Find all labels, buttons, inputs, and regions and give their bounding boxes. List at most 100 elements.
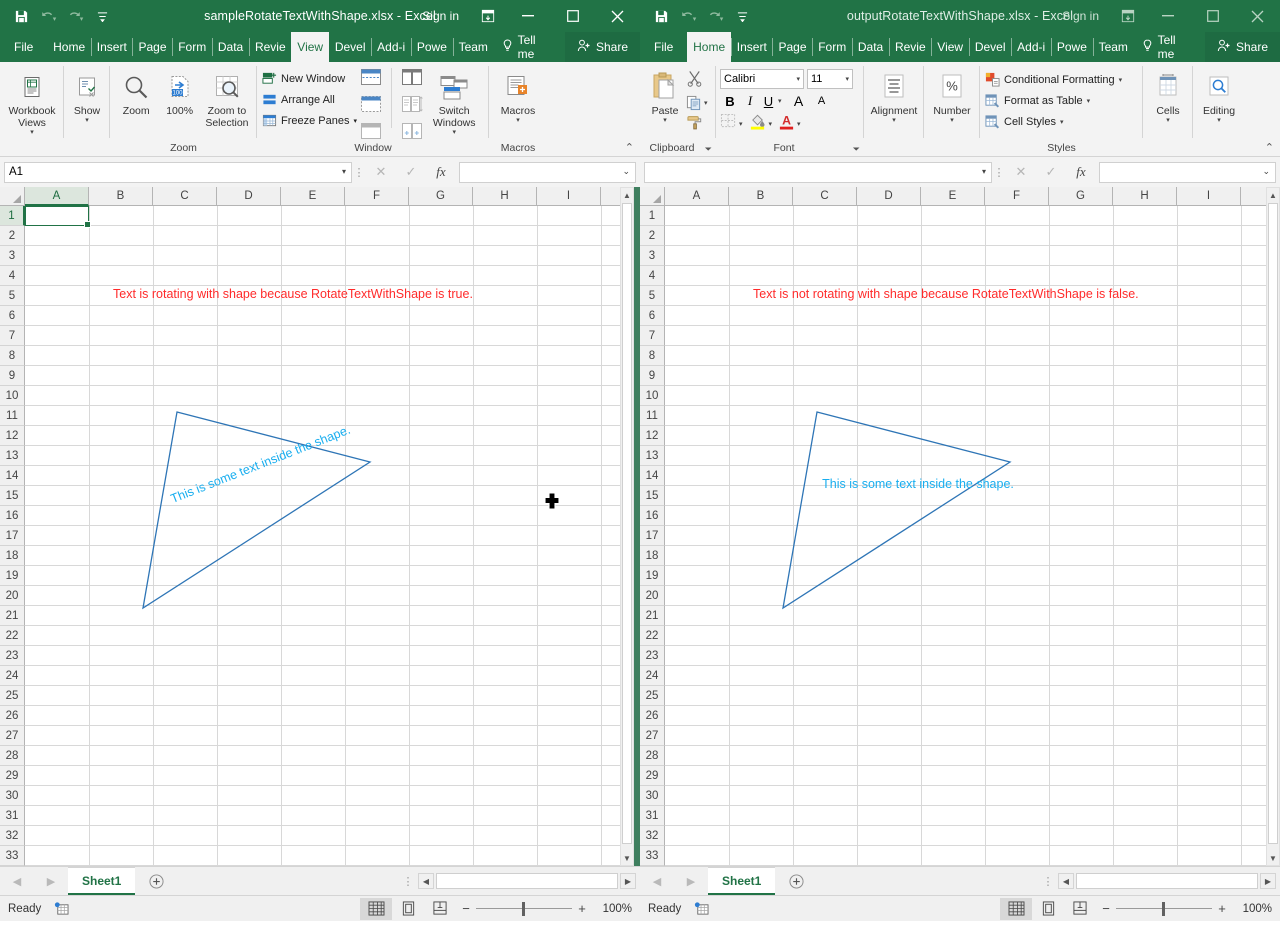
column-header-h[interactable]: H [1113,187,1177,206]
row-header-11[interactable]: 11 [0,406,25,426]
scroll-down-button[interactable]: ▼ [621,851,633,865]
row-header-29[interactable]: 29 [640,766,665,786]
font-size-input[interactable]: 11 ▾ [807,69,853,89]
column-header-e[interactable]: E [921,187,985,206]
close-button[interactable] [595,0,640,32]
row-header-13[interactable]: 13 [0,446,25,466]
row-header-2[interactable]: 2 [0,226,25,246]
row-header-6[interactable]: 6 [0,306,25,326]
column-header-f[interactable]: F [345,187,409,206]
row-header-7[interactable]: 7 [640,326,665,346]
tab-power-pivot[interactable]: Powe [1051,32,1093,62]
save-icon[interactable] [648,4,674,28]
row-header-16[interactable]: 16 [0,506,25,526]
redo-icon[interactable]: ▾ [62,4,88,28]
zoom-level-label[interactable]: 100% [592,903,632,915]
share-button[interactable]: Share [1205,32,1280,62]
row-header-15[interactable]: 15 [0,486,25,506]
row-header-28[interactable]: 28 [0,746,25,766]
row-header-27[interactable]: 27 [640,726,665,746]
row-header-4[interactable]: 4 [0,266,25,286]
tab-review[interactable]: Revie [249,32,291,62]
row-header-22[interactable]: 22 [640,626,665,646]
column-header-g[interactable]: G [1049,187,1113,206]
cells-region[interactable]: Text is rotating with shape because Rota… [25,206,640,866]
column-header-a[interactable]: A [665,187,729,206]
column-header-i[interactable]: I [537,187,601,206]
cells-dropdown-icon[interactable]: ▾ [1166,117,1170,125]
zoom-button[interactable]: Zoom [114,67,158,117]
zoom-to-selection-button[interactable]: Zoom to Selection [201,67,253,129]
row-header-8[interactable]: 8 [640,346,665,366]
row-header-24[interactable]: 24 [0,666,25,686]
row-header-26[interactable]: 26 [0,706,25,726]
tab-page-layout[interactable]: Page [772,32,812,62]
zoom-slider[interactable] [476,901,572,917]
scroll-up-button[interactable]: ▲ [1267,188,1279,202]
row-header-33[interactable]: 33 [640,846,665,866]
insert-function-button[interactable]: fx [426,162,456,183]
row-header-12[interactable]: 12 [0,426,25,446]
vertical-scrollbar[interactable]: ▲ ▼ [620,187,634,866]
undo-icon[interactable]: ▾ [35,4,61,28]
tab-add-ins[interactable]: Add-i [1011,32,1051,62]
row-header-23[interactable]: 23 [0,646,25,666]
paste-dropdown-icon[interactable]: ▾ [663,117,667,125]
row-header-33[interactable]: 33 [0,846,25,866]
tab-view[interactable]: View [291,32,329,62]
number-dropdown-icon[interactable]: ▾ [950,117,954,125]
new-sheet-button[interactable] [775,867,817,895]
row-header-19[interactable]: 19 [0,566,25,586]
undo-icon[interactable]: ▾ [675,4,701,28]
column-header-h[interactable]: H [473,187,537,206]
tab-home[interactable]: Home [47,32,91,62]
row-header-14[interactable]: 14 [640,466,665,486]
tab-formulas[interactable]: Form [172,32,212,62]
format-as-table-dropdown-icon[interactable]: ▾ [1087,97,1091,105]
hide-icon[interactable] [360,95,382,118]
scroll-right-button[interactable]: ▶ [1260,873,1276,889]
column-header-b[interactable]: B [89,187,153,206]
formula-input[interactable]: ⌄ [1099,162,1276,183]
cancel-formula-button[interactable]: ✕ [1006,162,1036,183]
record-macro-icon[interactable] [53,901,69,917]
customize-quick-access-toolbar-icon[interactable] [729,4,755,28]
horizontal-scrollbar[interactable]: ◀ ▶ [1058,867,1280,895]
column-header-e[interactable]: E [281,187,345,206]
underline-dropdown-icon[interactable]: ▾ [778,97,782,105]
collapse-ribbon-button[interactable]: ⌃ [625,141,634,154]
decrease-font-size-button[interactable]: A [811,95,833,107]
previous-sheet-button[interactable]: ◀ [653,875,661,888]
freeze-panes-button[interactable]: Freeze Panes ▾ [261,110,358,131]
editing-button[interactable]: Editing ▾ [1197,67,1241,125]
sheet-bar-splitter[interactable]: ⋮ [1038,867,1058,895]
previous-sheet-button[interactable]: ◀ [13,875,21,888]
fill-color-dropdown-icon[interactable]: ▾ [769,120,773,128]
conditional-formatting-dropdown-icon[interactable]: ▾ [1119,76,1123,84]
select-all-button[interactable] [640,187,665,206]
row-header-16[interactable]: 16 [640,506,665,526]
sheet-bar-splitter[interactable]: ⋮ [398,867,418,895]
clipboard-dialog-launcher[interactable]: ⏷ [705,144,712,155]
customize-quick-access-toolbar-icon[interactable] [89,4,115,28]
name-box-dropdown-icon[interactable]: ▾ [982,167,986,176]
row-header-18[interactable]: 18 [0,546,25,566]
workbook-views-dropdown-icon[interactable]: ▾ [30,129,34,137]
minimize-button[interactable] [505,0,550,32]
row-header-29[interactable]: 29 [0,766,25,786]
triangle-shape-group[interactable]: This is some text inside the shape. [665,206,1265,866]
row-header-11[interactable]: 11 [640,406,665,426]
tab-developer[interactable]: Devel [329,32,371,62]
cell-styles-dropdown-icon[interactable]: ▾ [1060,118,1064,126]
borders-icon[interactable] [720,113,737,134]
tab-review[interactable]: Revie [889,32,931,62]
view-side-by-side-icon[interactable] [401,68,423,91]
tab-view[interactable]: View [931,32,969,62]
increase-font-size-button[interactable]: A [788,93,810,109]
row-header-3[interactable]: 3 [640,246,665,266]
font-size-dropdown-icon[interactable]: ▾ [845,75,849,83]
column-header-b[interactable]: B [729,187,793,206]
enter-formula-button[interactable]: ✓ [396,162,426,183]
row-header-32[interactable]: 32 [0,826,25,846]
row-header-17[interactable]: 17 [640,526,665,546]
